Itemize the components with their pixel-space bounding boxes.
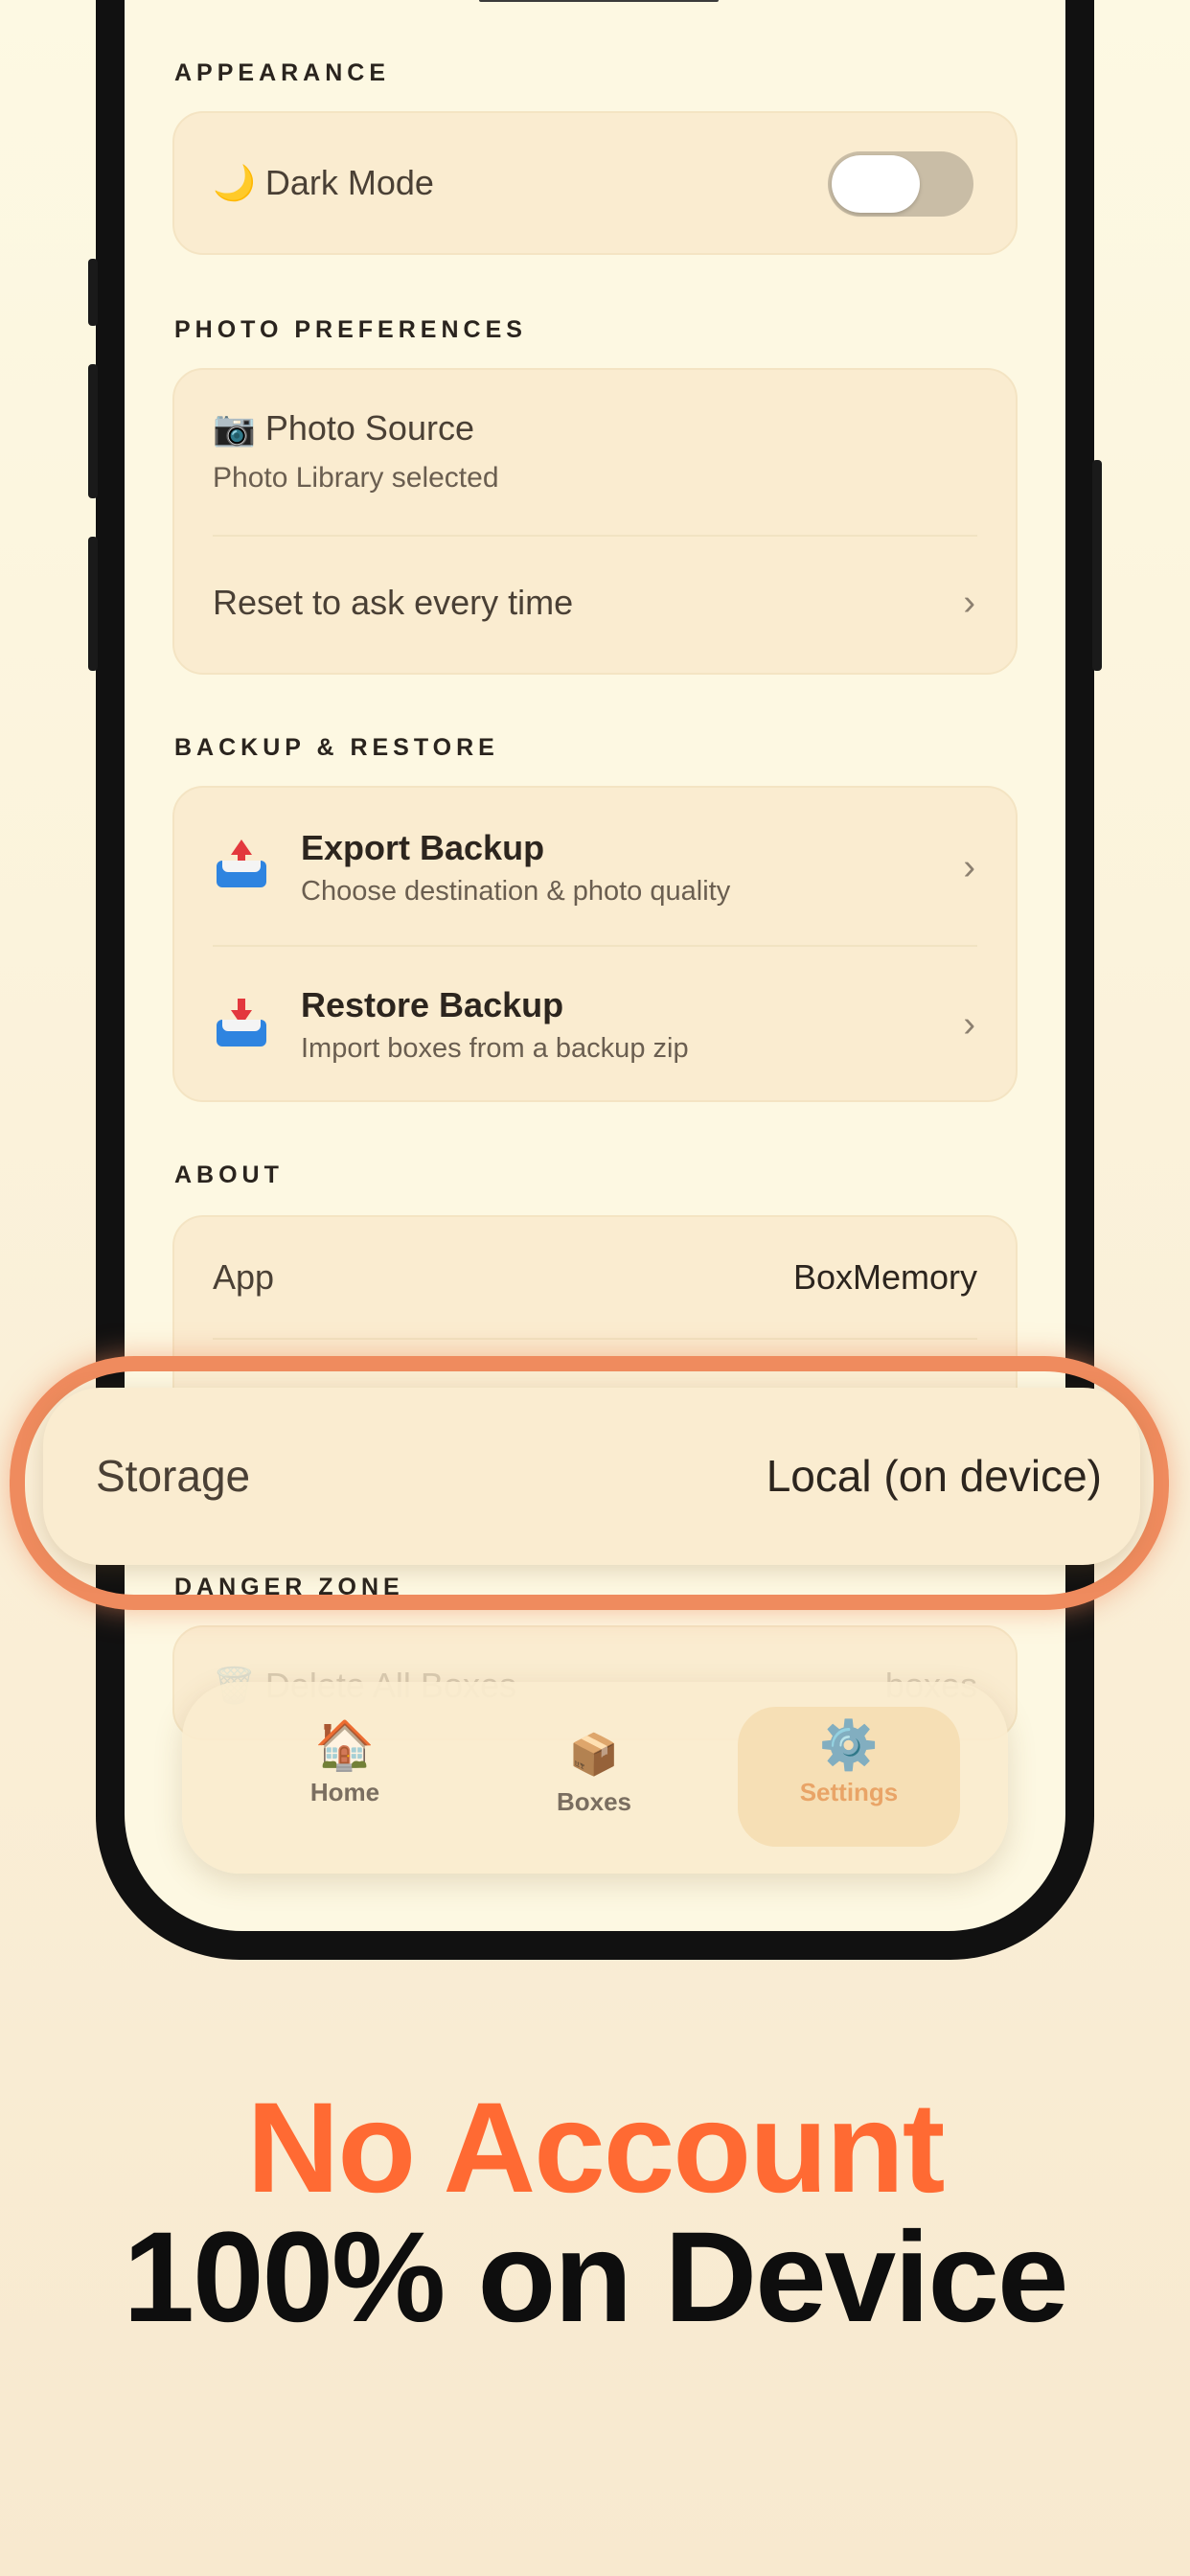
tab-home[interactable]: 🏠 Home — [268, 1716, 422, 1807]
storage-value: Local (on device) — [766, 1451, 1102, 1501]
chevron-right-icon: › — [963, 583, 975, 623]
photo-preferences-card: 📷 Photo Source Photo Library selected Re… — [172, 368, 1018, 675]
restore-backup-subtitle: Import boxes from a backup zip — [301, 1033, 689, 1064]
section-title-about: ABOUT — [174, 1162, 284, 1188]
bottom-tab-bar: 🏠 Home 📦 Boxes ⚙️ Settings — [182, 1682, 1008, 1874]
divider — [213, 1338, 977, 1340]
photo-source-row[interactable]: 📷 Photo Source — [213, 408, 474, 448]
package-icon: 📦 — [568, 1732, 620, 1777]
dark-mode-label: Dark Mode — [264, 163, 434, 202]
restore-backup-row[interactable]: Restore Backup Import boxes from a backu… — [174, 947, 1016, 1104]
outbox-tray-icon — [215, 838, 268, 891]
phone-power-button — [1092, 460, 1102, 671]
divider — [213, 535, 977, 537]
backup-restore-card: Export Backup Choose destination & photo… — [172, 786, 1018, 1102]
phone-frame: APPEARANCE 🌙 Dark Mode PHOTO PREFERENCES… — [88, 0, 1102, 1960]
chevron-right-icon: › — [963, 847, 975, 887]
section-title-photo-preferences: PHOTO PREFERENCES — [174, 316, 527, 343]
export-backup-row[interactable]: Export Backup Choose destination & photo… — [174, 788, 1016, 945]
toggle-knob — [832, 155, 920, 213]
inbox-tray-icon — [215, 997, 268, 1050]
phone-side-button — [88, 259, 98, 326]
photo-source-label: Photo Source — [264, 408, 474, 448]
phone-volume-down-button — [88, 537, 98, 671]
export-backup-title: Export Backup — [301, 828, 545, 867]
appearance-card: 🌙 Dark Mode — [172, 111, 1018, 255]
camera-icon: 📷 — [213, 408, 256, 448]
tab-settings[interactable]: ⚙️ Settings — [772, 1716, 926, 1807]
headline-primary: No Account — [246, 2077, 946, 2220]
tab-settings-label: Settings — [799, 1778, 899, 1806]
photo-source-value: Photo Library selected — [213, 462, 499, 494]
dynamic-island — [479, 0, 719, 2]
tab-home-label: Home — [309, 1778, 380, 1806]
about-app-value: BoxMemory — [792, 1257, 977, 1297]
moon-icon: 🌙 — [213, 163, 256, 202]
export-backup-subtitle: Choose destination & photo quality — [301, 876, 731, 907]
restore-backup-title: Restore Backup — [301, 985, 564, 1024]
section-title-appearance: APPEARANCE — [174, 59, 391, 86]
section-title-backup-restore: BACKUP & RESTORE — [174, 734, 499, 761]
storage-callout-card: Storage Local (on device) — [43, 1388, 1140, 1565]
dark-mode-toggle[interactable] — [828, 151, 973, 217]
gear-icon: ⚙️ — [818, 1718, 880, 1772]
tab-boxes-label: Boxes — [556, 1787, 632, 1816]
about-app-label: App — [213, 1257, 275, 1297]
tab-boxes[interactable]: 📦 Boxes — [517, 1726, 671, 1817]
storage-label: Storage — [96, 1451, 251, 1501]
house-icon: 🏠 — [314, 1718, 376, 1772]
reset-ask-row[interactable]: Reset to ask every time — [213, 583, 573, 623]
dark-mode-row: 🌙 Dark Mode — [213, 163, 434, 203]
chevron-right-icon: › — [963, 1004, 975, 1045]
headline-secondary: 100% on Device — [123, 2206, 1069, 2349]
phone-volume-up-button — [88, 364, 98, 498]
app-screen: APPEARANCE 🌙 Dark Mode PHOTO PREFERENCES… — [125, 0, 1065, 1931]
